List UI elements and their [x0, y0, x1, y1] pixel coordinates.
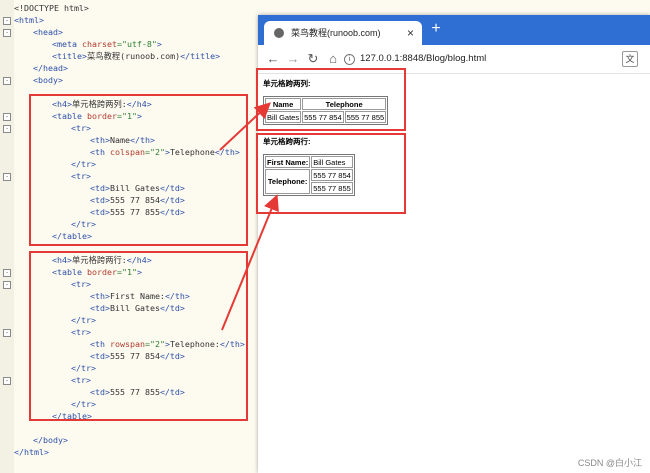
- annotation-box-colspan-result: [256, 68, 406, 131]
- watermark: CSDN @白小江: [577, 458, 642, 468]
- code-token: <!DOCTYPE html>: [14, 3, 89, 13]
- fold-toggle-icon[interactable]: -: [3, 77, 11, 85]
- code-token: </html>: [14, 447, 49, 457]
- reload-icon[interactable]: ↻: [304, 50, 322, 68]
- code-token: <head>: [33, 27, 63, 37]
- code-token: <title>: [52, 51, 87, 61]
- fold-toggle-icon[interactable]: -: [3, 329, 11, 337]
- new-tab-button[interactable]: +: [426, 19, 446, 39]
- fold-toggle-icon[interactable]: -: [3, 17, 11, 25]
- code-line[interactable]: <title>菜鸟教程(runoob.com)</title>: [52, 50, 220, 62]
- code-token: >: [156, 39, 162, 49]
- fold-toggle-icon[interactable]: -: [3, 29, 11, 37]
- code-line[interactable]: <html>: [14, 14, 44, 26]
- code-line[interactable]: <meta charset="utf-8">: [52, 38, 162, 50]
- code-line[interactable]: <head>: [33, 26, 63, 38]
- close-tab-icon[interactable]: ×: [407, 21, 414, 45]
- site-info-icon[interactable]: i: [344, 54, 355, 65]
- code-token: <meta: [52, 39, 82, 49]
- fold-toggle-icon[interactable]: -: [3, 173, 11, 181]
- fold-toggle-icon[interactable]: -: [3, 125, 11, 133]
- code-line[interactable]: </body>: [33, 434, 68, 446]
- code-token: </title>: [180, 51, 221, 61]
- fold-toggle-icon[interactable]: -: [3, 269, 11, 277]
- home-icon[interactable]: ⌂: [324, 50, 342, 68]
- code-token: 菜鸟教程(runoob.com): [86, 51, 181, 61]
- code-line[interactable]: <body>: [33, 74, 63, 86]
- fold-toggle-icon[interactable]: -: [3, 281, 11, 289]
- translate-icon[interactable]: 文: [622, 51, 638, 67]
- code-token: <body>: [33, 75, 63, 85]
- code-line[interactable]: </head>: [33, 62, 68, 74]
- code-line[interactable]: </html>: [14, 446, 49, 458]
- forward-icon[interactable]: →: [284, 50, 302, 68]
- annotation-box-colspan-code: [29, 94, 248, 246]
- annotation-box-rowspan-code: [29, 251, 248, 421]
- tab-title: 菜鸟教程(runoob.com): [291, 28, 381, 38]
- editor-gutter: [0, 0, 14, 473]
- annotation-box-rowspan-result: [256, 133, 406, 214]
- code-token: <html>: [14, 15, 44, 25]
- fold-toggle-icon[interactable]: -: [3, 377, 11, 385]
- browser-tab[interactable]: 菜鸟教程(runoob.com) ×: [264, 21, 422, 45]
- browser-tab-bar: 菜鸟教程(runoob.com) × +: [258, 15, 650, 45]
- code-line[interactable]: <!DOCTYPE html>: [14, 2, 89, 14]
- back-icon[interactable]: ←: [264, 50, 282, 68]
- fold-toggle-icon[interactable]: -: [3, 113, 11, 121]
- code-token: ="utf-8": [116, 39, 157, 49]
- code-token: </head>: [33, 63, 68, 73]
- code-token: </body>: [33, 435, 68, 445]
- code-token: charset: [81, 39, 117, 49]
- address-bar[interactable]: 127.0.0.1:8848/Blog/blog.html: [360, 50, 486, 68]
- globe-icon: [274, 28, 284, 38]
